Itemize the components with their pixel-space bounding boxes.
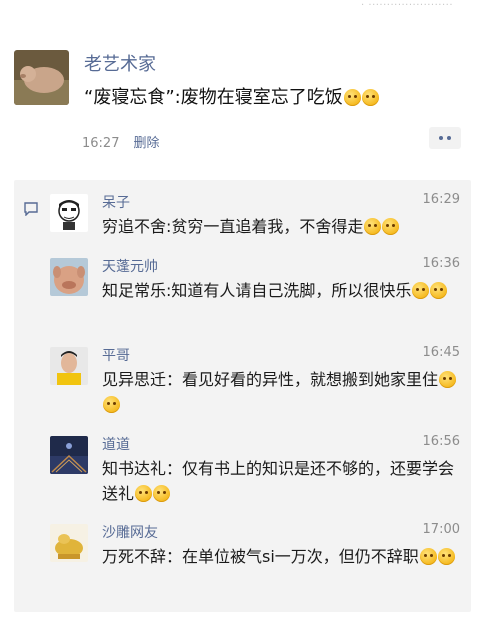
comment-avatar[interactable] bbox=[50, 194, 88, 232]
post-time: 16:27 bbox=[82, 136, 120, 151]
comment-time: 16:56 bbox=[422, 434, 460, 449]
emoji-icon bbox=[437, 548, 455, 565]
comment-time: 16:36 bbox=[422, 256, 460, 271]
more-actions-button[interactable] bbox=[429, 127, 461, 149]
emoji-icon bbox=[439, 371, 457, 388]
comment-author[interactable]: 天蓬元帅 bbox=[102, 256, 158, 276]
emoji-icon bbox=[135, 485, 153, 502]
comment-author[interactable]: 呆子 bbox=[102, 192, 130, 212]
comment-text: 知足常乐:知道有人请自己洗脚，所以很快乐 bbox=[102, 278, 457, 303]
comment-author[interactable]: 道道 bbox=[102, 434, 130, 454]
comment-icon bbox=[24, 202, 38, 216]
emoji-icon bbox=[364, 218, 382, 235]
comment-text: 穷追不舍:贫穷一直追着我，不舍得走 bbox=[102, 214, 457, 239]
comment-avatar[interactable] bbox=[50, 436, 88, 474]
comment-author[interactable]: 沙雕网友 bbox=[102, 522, 158, 542]
comment-time: 16:29 bbox=[422, 192, 460, 207]
post-author-avatar[interactable] bbox=[14, 50, 69, 105]
comment-text: 万死不辞：在单位被气si一万次，但仍不辞职 bbox=[102, 544, 457, 569]
watermark: · ······················· bbox=[361, 0, 453, 11]
emoji-icon bbox=[153, 485, 171, 502]
comments-panel: 呆子 16:29 穷追不舍:贫穷一直追着我，不舍得走 天蓬元帅 16:36 知足… bbox=[14, 180, 471, 612]
comment-text-content: 知足常乐:知道有人请自己洗脚，所以很快乐 bbox=[102, 281, 412, 300]
emoji-icon bbox=[103, 396, 120, 413]
emoji-icon bbox=[361, 89, 379, 106]
comment-avatar[interactable] bbox=[50, 347, 88, 385]
comment-author[interactable]: 平哥 bbox=[102, 345, 130, 365]
comment-text: 见异思迁：看见好看的异性，就想搬到她家里住 bbox=[102, 367, 457, 417]
delete-link[interactable]: 删除 bbox=[133, 136, 159, 151]
comment-text-content: 万死不辞：在单位被气si一万次，但仍不辞职 bbox=[102, 547, 419, 566]
comment-text: 知书达礼：仅有书上的知识是还不够的，还要学会送礼 bbox=[102, 456, 457, 506]
emoji-icon bbox=[430, 282, 448, 299]
emoji-icon bbox=[419, 548, 437, 565]
emoji-icon bbox=[412, 282, 430, 299]
post-author-name[interactable]: 老艺术家 bbox=[84, 50, 156, 76]
emoji-icon bbox=[343, 89, 361, 106]
post-content: “废寝忘食”:废物在寝室忘了吃饭 bbox=[84, 84, 464, 112]
post-meta: 16:27 删除 bbox=[82, 132, 159, 151]
comment-text-content: 穷追不舍:贫穷一直追着我，不舍得走 bbox=[102, 217, 364, 236]
post-text: “废寝忘食”:废物在寝室忘了吃饭 bbox=[84, 87, 343, 108]
emoji-icon bbox=[382, 218, 400, 235]
comment-avatar[interactable] bbox=[50, 258, 88, 296]
comment-text-content: 见异思迁：看见好看的异性，就想搬到她家里住 bbox=[102, 370, 439, 389]
comment-time: 17:00 bbox=[422, 522, 460, 537]
comment-avatar[interactable] bbox=[50, 524, 88, 562]
comment-time: 16:45 bbox=[422, 345, 460, 360]
